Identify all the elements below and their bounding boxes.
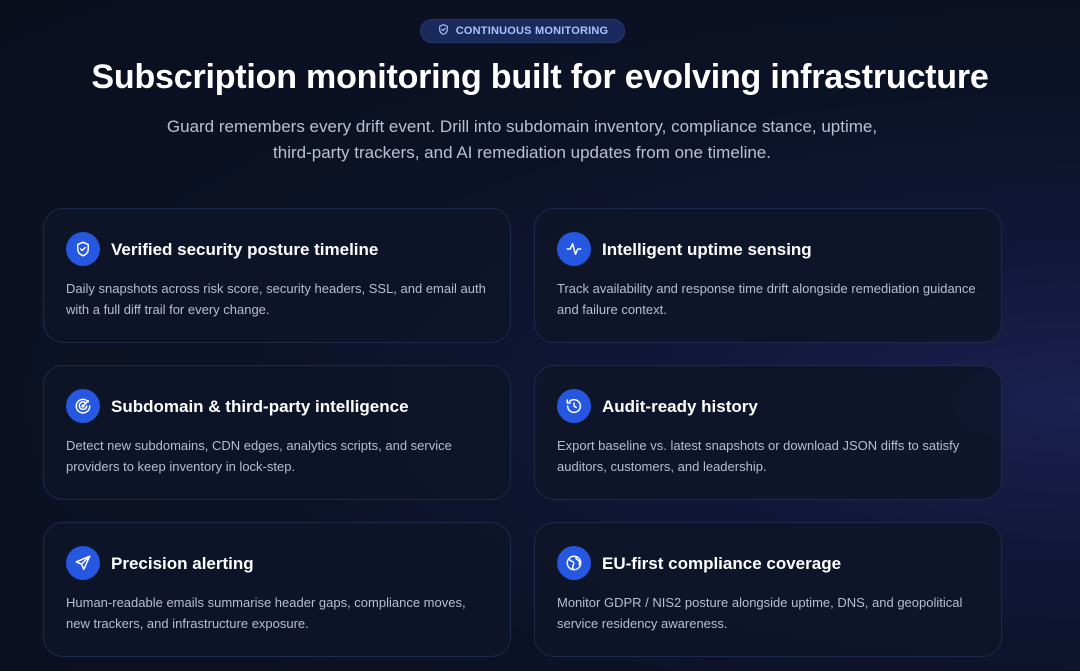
globe-icon: [557, 546, 591, 580]
page-subtitle: Guard remembers every drift event. Drill…: [166, 117, 878, 162]
page-title: Subscription monitoring built for evolvi…: [91, 58, 989, 96]
feature-title: Subdomain & third-party intelligence: [111, 397, 409, 416]
feature-card-security-posture: Verified security posture timeline Daily…: [43, 208, 511, 343]
feature-title: Audit-ready history: [602, 397, 758, 416]
section-badge: CONTINUOUS MONITORING: [420, 19, 625, 43]
feature-description: Daily snapshots across risk score, secur…: [66, 281, 486, 317]
shield-check-icon: [437, 23, 450, 39]
activity-pulse-icon: [557, 232, 591, 266]
feature-description: Track availability and response time dri…: [557, 281, 976, 317]
history-icon: [557, 389, 591, 423]
feature-description: Export baseline vs. latest snapshots or …: [557, 438, 960, 474]
feature-title: Intelligent uptime sensing: [602, 240, 812, 259]
feature-title: EU-first compliance coverage: [602, 554, 842, 573]
feature-card-audit-history: Audit-ready history Export baseline vs. …: [534, 365, 1002, 500]
radar-icon: [66, 389, 100, 423]
feature-title: Verified security posture timeline: [111, 240, 379, 259]
feature-description: Human-readable emails summarise header g…: [66, 595, 466, 631]
feature-card-subdomain-intelligence: Subdomain & third-party intelligence Det…: [43, 365, 511, 500]
feature-description: Monitor GDPR / NIS2 posture alongside up…: [557, 595, 963, 631]
feature-card-precision-alerting: Precision alerting Human-readable emails…: [43, 522, 511, 657]
badge-label: CONTINUOUS MONITORING: [455, 25, 609, 37]
feature-card-eu-compliance: EU-first compliance coverage Monitor GDP…: [534, 522, 1002, 657]
feature-description: Detect new subdomains, CDN edges, analyt…: [66, 438, 452, 474]
feature-card-uptime-sensing: Intelligent uptime sensing Track availab…: [534, 208, 1002, 343]
send-icon: [66, 546, 100, 580]
shield-check-icon: [66, 232, 100, 266]
feature-title: Precision alerting: [111, 554, 254, 573]
